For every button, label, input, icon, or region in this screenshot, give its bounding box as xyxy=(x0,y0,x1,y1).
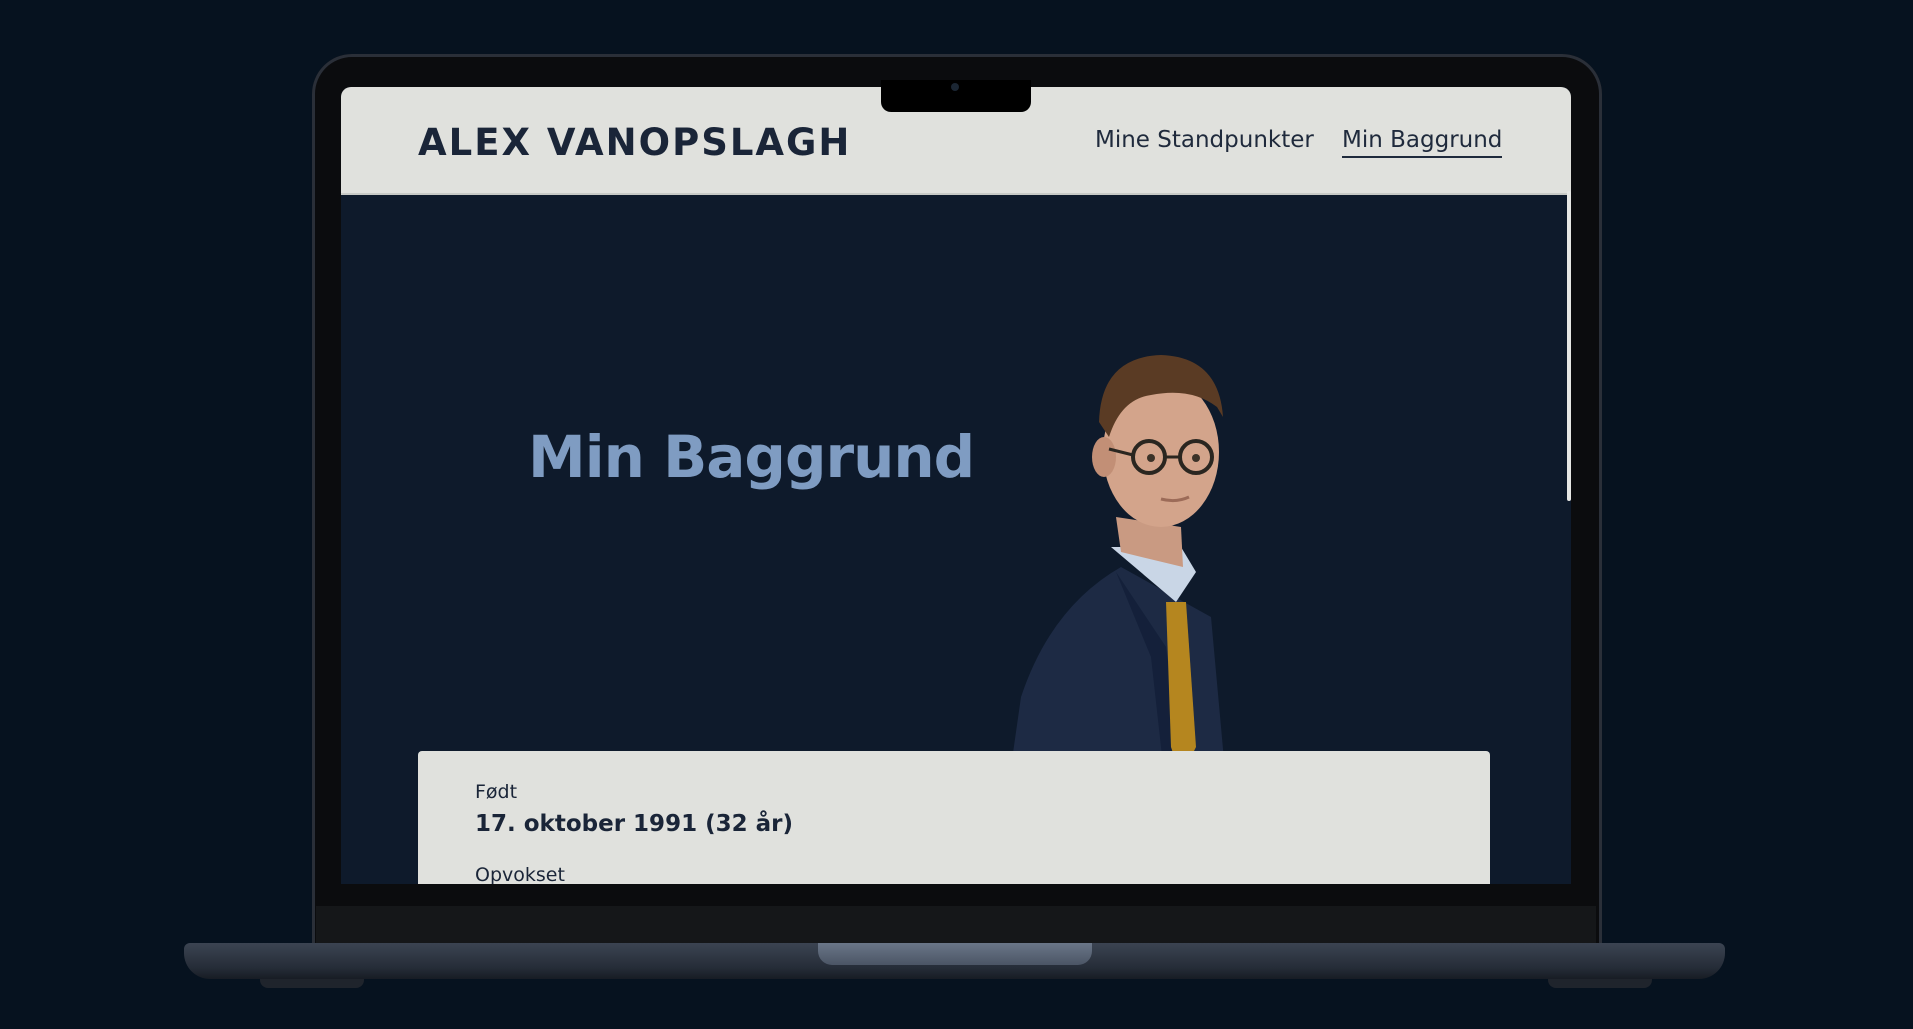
nav-link-mine-standpunkter[interactable]: Mine Standpunkter xyxy=(1095,127,1314,153)
site-brand[interactable]: ALEX VANOPSLAGH xyxy=(418,121,851,164)
laptop-foot-left xyxy=(260,979,364,988)
nav-link-min-baggrund[interactable]: Min Baggrund xyxy=(1342,127,1503,158)
laptop-mockup: ALEX VANOPSLAGH Mine Standpunkter Min Ba… xyxy=(0,0,1913,1029)
laptop-screen: ALEX VANOPSLAGH Mine Standpunkter Min Ba… xyxy=(341,87,1571,884)
page-title: Min Baggrund xyxy=(528,423,975,491)
born-value: 17. oktober 1991 (32 år) xyxy=(475,811,793,837)
camera-icon xyxy=(951,83,959,91)
laptop-hinge xyxy=(316,906,1596,944)
info-card: Født 17. oktober 1991 (32 år) Opvokset xyxy=(418,751,1490,884)
upbringing-label: Opvokset xyxy=(475,864,565,884)
born-label: Født xyxy=(475,781,518,803)
laptop-foot-right xyxy=(1548,979,1652,988)
laptop-thumb-notch xyxy=(818,943,1092,965)
page-scrollbar[interactable] xyxy=(1567,191,1571,501)
